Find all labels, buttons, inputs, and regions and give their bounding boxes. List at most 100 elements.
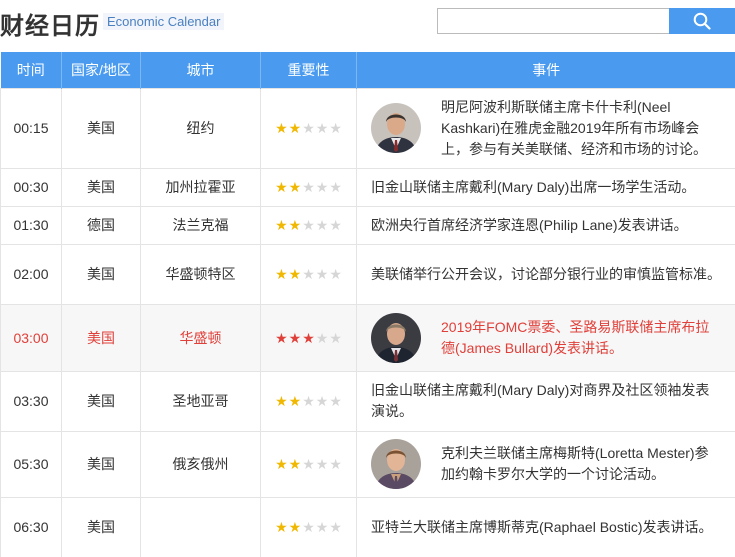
cell-city: 加州拉霍亚 [140,167,261,207]
star-icon: ★ [288,266,302,282]
star-icon: ★ [275,266,288,282]
cell-country: 美国 [61,243,141,305]
column-header-time[interactable]: 时间 [0,52,62,88]
column-header-event[interactable]: 事件 [357,52,735,88]
star-icon: ★ [275,179,288,195]
cell-city: 圣地亚哥 [140,370,261,432]
cell-time: 02:00 [0,243,62,305]
cell-country: 德国 [61,205,141,245]
cell-event: 美联储举行公开会议，讨论部分银行业的审慎监管标准。 [356,243,735,305]
cell-time: 05:30 [0,430,62,498]
importance-rating: ★ ★ ★ ★ ★ [275,218,342,232]
importance-rating: ★ ★ ★ ★ ★ [275,394,342,408]
cell-importance: ★ ★ ★ ★ ★ [260,243,357,305]
star-icon: ★ [329,120,342,136]
cell-importance: ★ ★ ★ ★ ★ [260,205,357,245]
event-text: 亚特兰大联储主席博斯蒂克(Raphael Bostic)发表讲话。 [371,518,713,535]
cell-time: 03:30 [0,370,62,432]
cell-city [140,496,261,557]
cell-city: 俄亥俄州 [140,430,261,498]
page-subtitle: Economic Calendar [103,13,225,30]
importance-rating: ★ ★ ★ ★ ★ [275,121,342,135]
star-icon: ★ [288,329,302,346]
star-icon: ★ [315,217,329,233]
table-row[interactable]: 00:30 美国 加州拉霍亚 ★ ★ ★ ★ ★ 旧金山联储主席戴利(Mary Daly)出席一… [0,167,735,207]
cell-event: 旧金山联储主席戴利(Mary Daly)对商界及社区领袖发表演说。 [356,370,735,432]
table-row[interactable]: 03:30 美国 圣地亚哥 ★ ★ ★ ★ ★ 旧金山联储主席戴利(Mary Daly)对商界及… [0,370,735,432]
cell-country: 美国 [61,303,141,372]
star-icon: ★ [288,217,302,233]
star-icon: ★ [288,120,302,136]
cell-event: 旧金山联储主席戴利(Mary Daly)出席一场学生活动。 [356,167,735,207]
event-text: 旧金山联储主席戴利(Mary Daly)对商界及社区领袖发表演说。 [371,382,710,419]
cell-time: 01:30 [0,205,62,245]
cell-city: 法兰克福 [140,205,261,245]
event-text: 2019年FOMC票委、圣路易斯联储主席布拉德(James Bullard)发表… [441,318,710,356]
event-text: 克利夫兰联储主席梅斯特(Loretta Mester)参加约翰卡罗尔大学的一个讨… [441,445,709,482]
star-icon: ★ [275,393,288,409]
star-icon: ★ [315,393,329,409]
cell-event: 欧洲央行首席经济学家连恩(Philip Lane)发表讲话。 [356,205,735,245]
star-icon: ★ [288,519,302,535]
importance-rating: ★ ★ ★ ★ ★ [275,520,342,534]
speaker-avatar [371,439,421,489]
star-icon: ★ [315,120,329,136]
page-header: 财经日历 Economic Calendar [0,0,735,52]
star-icon: ★ [288,456,302,472]
cell-country: 美国 [61,167,141,207]
star-icon: ★ [329,179,342,195]
cell-time: 03:00 [0,303,62,372]
cell-time: 00:30 [0,167,62,207]
cell-country: 美国 [61,87,141,169]
column-header-city[interactable]: 城市 [140,52,261,88]
star-icon: ★ [302,329,315,346]
star-icon: ★ [302,120,315,136]
star-icon: ★ [288,393,302,409]
cell-city: 纽约 [140,87,261,169]
cell-time: 06:30 [0,496,62,557]
star-icon: ★ [315,266,329,282]
table-row[interactable]: 01:30 德国 法兰克福 ★ ★ ★ ★ ★ 欧洲央行首席经济学家连恩(Philip Lane… [0,205,735,245]
star-icon: ★ [302,456,315,472]
importance-rating: ★ ★ ★ ★ ★ [275,267,342,281]
star-icon: ★ [275,329,288,346]
event-text: 明尼阿波利斯联储主席卡什卡利(Neel Kashkari)在雅虎金融2019年所… [441,98,707,157]
importance-rating: ★ ★ ★ ★ ★ [275,331,342,345]
star-icon: ★ [302,179,315,195]
table-row[interactable]: 06:30 美国 ★ ★ ★ ★ ★ 亚特兰大联储主席博斯蒂克(Raphael Bostic)… [0,496,735,557]
star-icon: ★ [315,456,329,472]
search-input[interactable] [437,8,669,34]
star-icon: ★ [288,179,302,195]
cell-country: 美国 [61,430,141,498]
cell-country: 美国 [61,370,141,432]
cell-event: 明尼阿波利斯联储主席卡什卡利(Neel Kashkari)在雅虎金融2019年所… [356,87,735,169]
calendar-table-body: 00:15 美国 纽约 ★ ★ ★ ★ ★ 明尼阿波利斯联储主席卡什卡利(Neel Kashka… [0,87,735,557]
star-icon: ★ [329,393,342,409]
cell-city: 华盛顿特区 [140,243,261,305]
table-row[interactable]: 05:30 美国 俄亥俄州 ★ ★ ★ ★ ★ 克利夫兰联储主席梅斯特(Loretta Mest… [0,430,735,498]
star-icon: ★ [275,217,288,233]
cell-event: 2019年FOMC票委、圣路易斯联储主席布拉德(James Bullard)发表… [356,303,735,372]
cell-time: 00:15 [0,87,62,169]
star-icon: ★ [302,393,315,409]
cell-importance: ★ ★ ★ ★ ★ [260,430,357,498]
star-icon: ★ [302,266,315,282]
cell-country: 美国 [61,496,141,557]
cell-importance: ★ ★ ★ ★ ★ [260,303,357,372]
calendar-table: 时间 国家/地区 城市 重要性 事件 00:15 美国 纽约 ★ ★ ★ ★ ★ 明尼阿波利斯联… [0,52,735,557]
star-icon: ★ [315,329,329,346]
star-icon: ★ [329,329,342,346]
table-row[interactable]: 00:15 美国 纽约 ★ ★ ★ ★ ★ 明尼阿波利斯联储主席卡什卡利(Neel Kashka… [0,87,735,169]
search-button[interactable] [669,8,735,34]
table-row[interactable]: 02:00 美国 华盛顿特区 ★ ★ ★ ★ ★ 美联储举行公开会议，讨论部分银行业的审慎监管标… [0,243,735,305]
cell-event: 亚特兰大联储主席博斯蒂克(Raphael Bostic)发表讲话。 [356,496,735,557]
cell-event: 克利夫兰联储主席梅斯特(Loretta Mester)参加约翰卡罗尔大学的一个讨… [356,430,735,498]
cell-importance: ★ ★ ★ ★ ★ [260,496,357,557]
cell-importance: ★ ★ ★ ★ ★ [260,167,357,207]
column-header-country[interactable]: 国家/地区 [61,52,141,88]
event-text: 欧洲央行首席经济学家连恩(Philip Lane)发表讲话。 [371,216,688,233]
star-icon: ★ [275,519,288,535]
column-header-importance[interactable]: 重要性 [260,52,357,88]
table-row[interactable]: 03:00 美国 华盛顿 ★ ★ ★ ★ ★ 2019年FOMC票委、圣路易斯联储主席布拉德(J… [0,303,735,372]
star-icon: ★ [302,217,315,233]
